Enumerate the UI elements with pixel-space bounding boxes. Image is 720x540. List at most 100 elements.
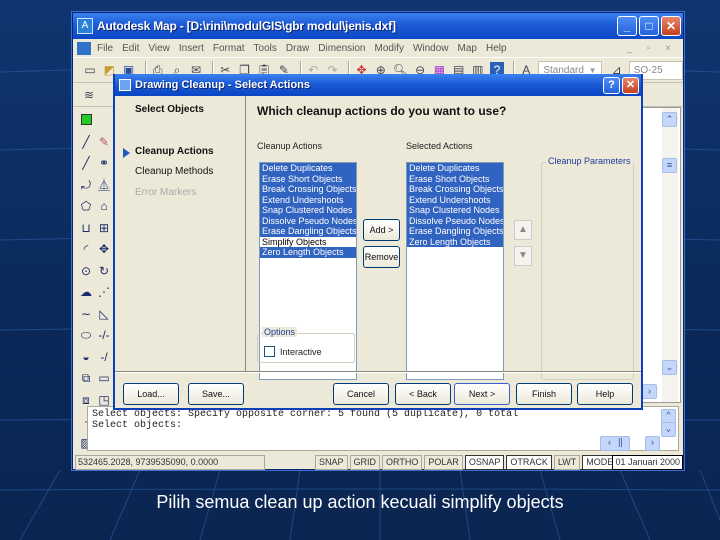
list-item[interactable]: Extend Undershoots bbox=[260, 194, 356, 205]
remove-button[interactable]: Remove bbox=[363, 246, 400, 268]
back-button[interactable]: < Back bbox=[395, 383, 451, 405]
mirror-icon[interactable]: ⏅ bbox=[95, 176, 113, 194]
list-item[interactable]: Erase Dangling Objects bbox=[407, 226, 503, 237]
menu-edit[interactable]: Edit bbox=[122, 43, 139, 54]
document-menu-icon[interactable] bbox=[77, 41, 91, 55]
grid-toggle[interactable]: GRID bbox=[349, 454, 381, 470]
step-cleanup-methods[interactable]: Cleanup Methods bbox=[135, 166, 213, 177]
menu-map[interactable]: Map bbox=[458, 43, 477, 54]
add-button[interactable]: Add > bbox=[363, 219, 400, 241]
list-item[interactable]: Zero Length Objects bbox=[260, 247, 356, 258]
cancel-button[interactable]: Cancel bbox=[333, 383, 389, 405]
load-button[interactable]: Load... bbox=[123, 383, 179, 405]
new-file-icon[interactable]: ▭ bbox=[83, 62, 97, 78]
list-item[interactable]: Delete Duplicates bbox=[260, 163, 356, 174]
spline-icon[interactable]: ∼ bbox=[77, 305, 95, 323]
vertical-scrollbar[interactable]: ⌃ ≡ ⌄ › bbox=[642, 108, 678, 402]
menu-help[interactable]: Help bbox=[486, 43, 507, 54]
list-item[interactable]: Delete Duplicates bbox=[407, 163, 503, 174]
menu-insert[interactable]: Insert bbox=[179, 43, 204, 54]
scroll-up-icon[interactable]: ⌃ bbox=[662, 112, 677, 127]
list-item[interactable]: Snap Clustered Nodes bbox=[260, 205, 356, 216]
rectangle-icon[interactable]: ⊔ bbox=[77, 219, 95, 237]
offset-icon[interactable]: ⌂ bbox=[95, 197, 113, 215]
ellipse-icon[interactable]: ⬭ bbox=[77, 326, 95, 344]
scroll-right-icon[interactable]: › bbox=[642, 384, 657, 399]
help-button[interactable]: Help bbox=[577, 383, 633, 405]
menu-draw[interactable]: Draw bbox=[286, 43, 309, 54]
selected-actions-list[interactable]: Delete Duplicates Erase Short Objects Brea… bbox=[406, 162, 504, 380]
copy-object-icon[interactable]: ⚭ bbox=[95, 154, 113, 172]
construction-line-icon[interactable]: ╱ bbox=[77, 154, 95, 172]
list-item[interactable]: Break Crossing Objects bbox=[407, 184, 503, 195]
move-up-arrow-icon[interactable]: ▲ bbox=[514, 220, 532, 240]
snap-toggle[interactable]: SNAP bbox=[315, 454, 348, 470]
step-select-objects[interactable]: Select Objects bbox=[135, 104, 204, 115]
dialog-help-button[interactable]: ? bbox=[603, 76, 620, 94]
ortho-toggle[interactable]: ORTHO bbox=[382, 454, 423, 470]
menu-file[interactable]: File bbox=[97, 43, 113, 54]
save-button[interactable]: Save... bbox=[188, 383, 244, 405]
list-item[interactable]: Dissolve Pseudo Nodes bbox=[260, 215, 356, 226]
menu-window[interactable]: Window bbox=[413, 43, 449, 54]
list-item[interactable]: Break Crossing Objects bbox=[260, 184, 356, 195]
polyline-icon[interactable]: ⤾ bbox=[77, 176, 95, 194]
move-down-arrow-icon[interactable]: ▼ bbox=[514, 246, 532, 266]
move-icon[interactable]: ✥ bbox=[95, 240, 113, 258]
layer-color-swatch[interactable] bbox=[81, 113, 92, 125]
cmd-scroll-right-icon[interactable]: › bbox=[645, 436, 660, 451]
menu-dimension[interactable]: Dimension bbox=[318, 43, 365, 54]
close-button[interactable]: ✕ bbox=[661, 16, 681, 36]
dialog-close-button[interactable]: ✕ bbox=[622, 76, 639, 94]
list-item[interactable]: Zero Length Objects bbox=[407, 236, 503, 247]
list-item[interactable]: Extend Undershoots bbox=[407, 194, 503, 205]
menu-format[interactable]: Format bbox=[213, 43, 245, 54]
list-item[interactable]: Simplify Objects bbox=[260, 237, 356, 248]
extend-icon[interactable]: -/ bbox=[95, 348, 113, 366]
list-item[interactable]: Dissolve Pseudo Nodes bbox=[407, 215, 503, 226]
coordinate-readout: 532465.2028, 9739535090, 0.0000 bbox=[75, 454, 265, 470]
revision-cloud-icon[interactable]: ☁︎ bbox=[77, 283, 95, 301]
mdi-controls[interactable]: _ ▫ × bbox=[626, 43, 677, 54]
arc-icon[interactable]: ◜ bbox=[77, 240, 95, 258]
next-button[interactable]: Next > bbox=[454, 383, 510, 405]
command-line[interactable]: Select objects: Specify opposite corner:… bbox=[87, 406, 679, 451]
insert-block-icon[interactable]: ⧉ bbox=[77, 369, 95, 387]
ellipse-arc-icon[interactable]: ◒ bbox=[77, 348, 95, 366]
polygon-icon[interactable]: ⬠ bbox=[77, 197, 95, 215]
stretch-icon[interactable]: ◺ bbox=[95, 305, 113, 323]
scroll-thumb[interactable]: ≡ bbox=[662, 158, 677, 173]
erase-icon[interactable]: ✎ bbox=[95, 133, 113, 151]
scroll-down-icon[interactable]: ⌄ bbox=[662, 360, 677, 375]
polar-toggle[interactable]: POLAR bbox=[424, 454, 463, 470]
dialog-titlebar[interactable]: Drawing Cleanup - Select Actions ? ✕ bbox=[115, 74, 641, 96]
rotate-icon[interactable]: ↻ bbox=[95, 262, 113, 280]
menu-modify[interactable]: Modify bbox=[375, 43, 404, 54]
maximize-button[interactable]: □ bbox=[639, 16, 659, 36]
cmd-scroll-down-icon[interactable]: ⌄ bbox=[661, 422, 676, 437]
osnap-toggle[interactable]: OSNAP bbox=[464, 454, 505, 470]
line-icon[interactable]: ╱ bbox=[77, 133, 95, 151]
circle-icon[interactable]: ⊙ bbox=[77, 262, 95, 280]
cmd-hscroll[interactable]: ‹ ‖ bbox=[600, 436, 630, 451]
trim-icon[interactable]: -/- bbox=[95, 326, 113, 344]
menu-view[interactable]: View bbox=[148, 43, 170, 54]
layer-manager-icon[interactable]: ≋ bbox=[81, 87, 97, 103]
break-icon[interactable]: ▭ bbox=[95, 369, 113, 387]
list-item[interactable]: Erase Short Objects bbox=[260, 173, 356, 184]
step-cleanup-actions[interactable]: Cleanup Actions bbox=[135, 146, 214, 157]
list-item[interactable]: Erase Short Objects bbox=[407, 173, 503, 184]
finish-button[interactable]: Finish bbox=[516, 383, 572, 405]
interactive-label: Interactive bbox=[280, 347, 322, 357]
list-item[interactable]: Erase Dangling Objects bbox=[260, 226, 356, 237]
array-icon[interactable]: ⊞ bbox=[95, 219, 113, 237]
otrack-toggle[interactable]: OTRACK bbox=[506, 454, 552, 470]
interactive-checkbox[interactable] bbox=[264, 346, 275, 357]
drawing-cleanup-dialog: Drawing Cleanup - Select Actions ? ✕ Sel… bbox=[113, 74, 643, 410]
list-item[interactable]: Snap Clustered Nodes bbox=[407, 205, 503, 216]
scale-icon[interactable]: ⋰ bbox=[95, 283, 113, 301]
menu-tools[interactable]: Tools bbox=[254, 43, 277, 54]
minimize-button[interactable]: _ bbox=[617, 16, 637, 36]
lwt-toggle[interactable]: LWT bbox=[553, 454, 581, 470]
app-titlebar[interactable]: A Autodesk Map - [D:\rini\modulGIS\gbr m… bbox=[73, 13, 683, 39]
